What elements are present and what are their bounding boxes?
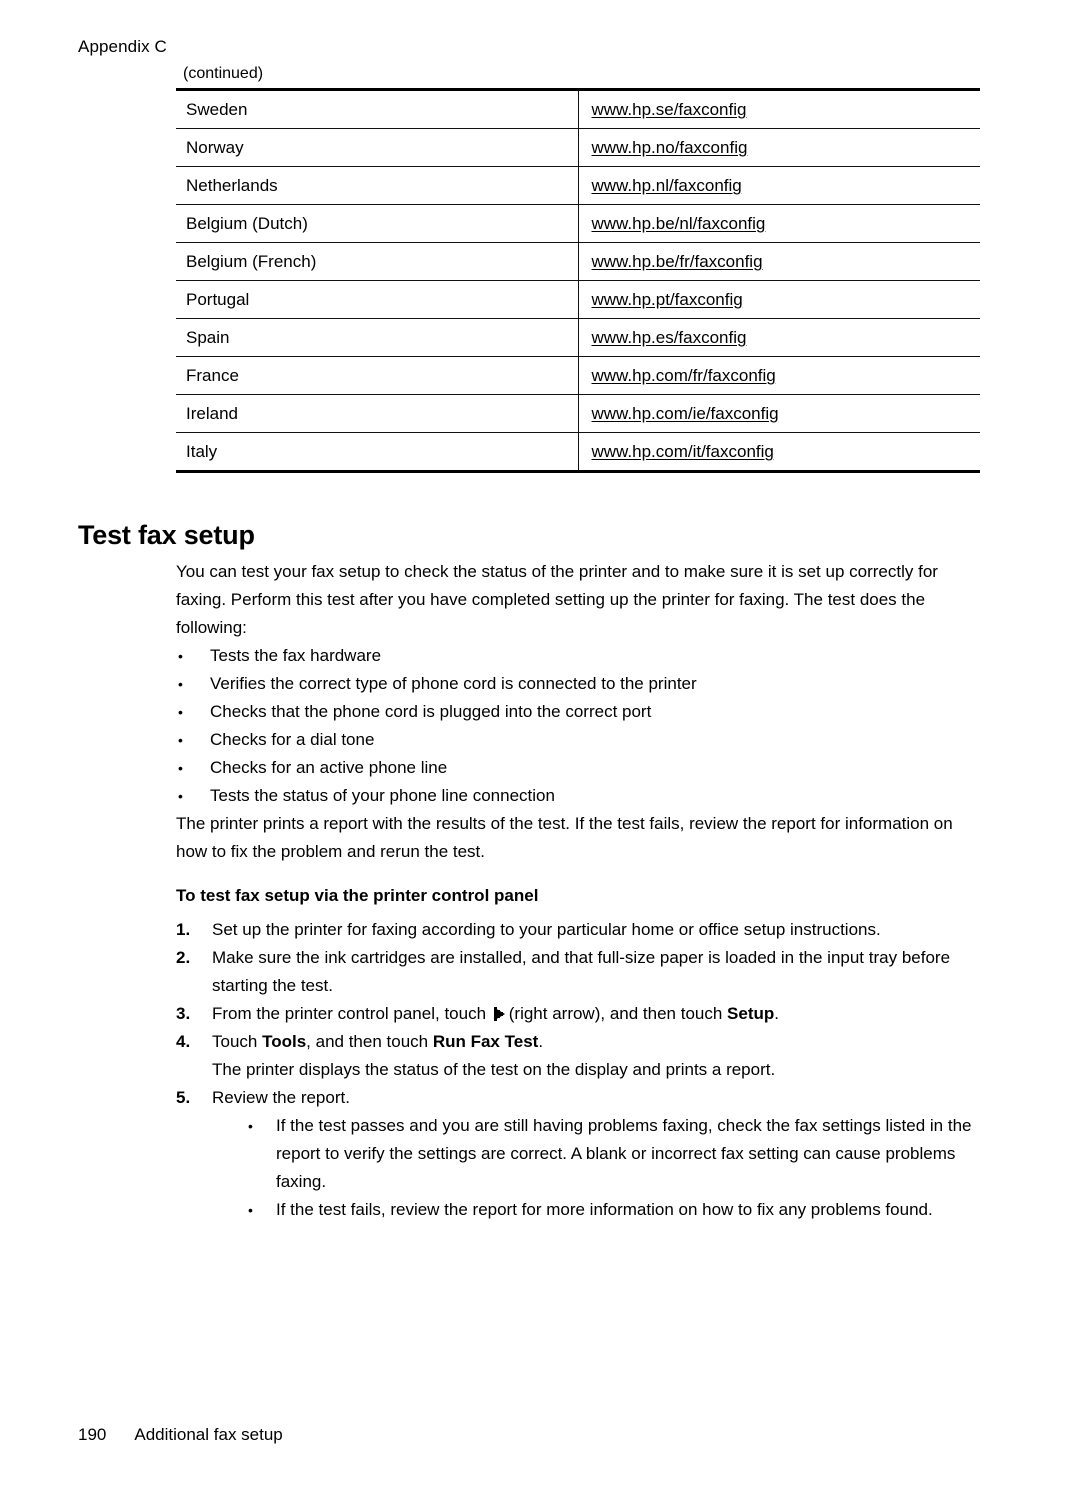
list-item: Verifies the correct type of phone cord … [176, 670, 976, 698]
table-bottom-rule [176, 470, 980, 510]
list-item: 4. Touch Tools, and then touch Run Fax Te… [176, 1028, 976, 1084]
table-row: Netherlands www.hp.nl/faxconfig [176, 166, 980, 205]
table-cell-country: Spain [176, 318, 578, 357]
table-cell-country: France [176, 356, 578, 395]
table-row: Belgium (Dutch) www.hp.be/nl/faxconfig [176, 204, 980, 243]
right-arrow-icon [493, 1007, 506, 1021]
list-item: Tests the status of your phone line conn… [176, 782, 976, 810]
table-continued-label: (continued) [183, 65, 264, 82]
table-cell-url: www.hp.pt/faxconfig [577, 280, 980, 319]
table-cell-url: www.hp.com/it/faxconfig [577, 432, 980, 472]
table-cell-country: Belgium (French) [176, 242, 578, 281]
list-item: 5. Review the report. If the test passes a… [176, 1084, 976, 1224]
report-paragraph: The printer prints a report with the res… [176, 814, 953, 861]
fax-config-link[interactable]: www.hp.be/nl/faxconfig [592, 214, 766, 233]
table-cell-url: www.hp.nl/faxconfig [577, 166, 980, 205]
table-cell-url: www.hp.com/ie/faxconfig [577, 394, 980, 433]
table-cell-url: www.hp.se/faxconfig [577, 88, 980, 129]
table-row: France www.hp.com/fr/faxconfig [176, 356, 980, 395]
table-cell-country: Norway [176, 128, 578, 167]
fax-config-link[interactable]: www.hp.com/it/faxconfig [592, 442, 774, 461]
table-row: Portugal www.hp.pt/faxconfig [176, 280, 980, 319]
table-cell-url: www.hp.es/faxconfig [577, 318, 980, 357]
table-row: Norway www.hp.no/faxconfig [176, 128, 980, 167]
ui-label-emphasis: Setup [727, 1004, 775, 1023]
table-cell-country: Portugal [176, 280, 578, 319]
test-capability-list: Tests the fax hardwareVerifies the corre… [176, 642, 976, 810]
intro-paragraph: You can test your fax setup to check the… [176, 562, 938, 637]
table-cell-country: Netherlands [176, 166, 578, 205]
table-row: Italy www.hp.com/it/faxconfig [176, 432, 980, 472]
fax-config-urls-table: Sweden www.hp.se/faxconfig Norway www.hp.no… [176, 88, 980, 510]
table-cell-url: www.hp.com/fr/faxconfig [577, 356, 980, 395]
step-number: 5. [176, 1088, 191, 1107]
fax-config-link[interactable]: www.hp.com/fr/faxconfig [592, 366, 776, 385]
fax-config-link[interactable]: www.hp.se/faxconfig [592, 100, 747, 119]
procedure-step-list: 1. Set up the printer for faxing accordin… [176, 916, 976, 1224]
table-cell-url: www.hp.be/fr/faxconfig [577, 242, 980, 281]
fax-config-link[interactable]: www.hp.no/faxconfig [592, 138, 748, 157]
fax-config-link[interactable]: www.hp.es/faxconfig [592, 328, 747, 347]
step-number: 1. [176, 920, 191, 939]
step-text: From the printer control panel, touch (r… [212, 1004, 779, 1023]
list-item: Checks for an active phone line [176, 754, 976, 782]
fax-config-link[interactable]: www.hp.pt/faxconfig [592, 290, 743, 309]
fax-config-link[interactable]: www.hp.com/ie/faxconfig [592, 404, 779, 423]
step-text: Review the report. [212, 1088, 350, 1107]
step-note: The printer displays the status of the t… [212, 1060, 776, 1079]
fax-config-link[interactable]: www.hp.be/fr/faxconfig [592, 252, 763, 271]
footer-page-number: 190 [78, 1425, 107, 1444]
step-number: 4. [176, 1032, 191, 1051]
list-item: If the test fails, review the report for… [212, 1196, 976, 1224]
page-title: Test fax setup [78, 520, 255, 550]
table-cell-country: Sweden [176, 88, 578, 129]
body-content: You can test your fax setup to check the… [176, 558, 976, 1224]
table-cell-country: Italy [176, 432, 578, 472]
table-bottom-rule-right [578, 470, 980, 510]
list-item: Checks for a dial tone [176, 726, 976, 754]
step-text: Make sure the ink cartridges are install… [212, 948, 951, 995]
list-item: 2. Make sure the ink cartridges are insta… [176, 944, 976, 1000]
procedure-heading: To test fax setup via the printer contro… [176, 886, 539, 905]
table-bottom-rule-left [176, 470, 578, 510]
table-cell-country: Belgium (Dutch) [176, 204, 578, 243]
running-header: Appendix C [78, 37, 167, 56]
footer-section-name: Additional fax setup [134, 1425, 283, 1444]
table-row: Spain www.hp.es/faxconfig [176, 318, 980, 357]
list-item: Checks that the phone cord is plugged in… [176, 698, 976, 726]
table-cell-url: www.hp.be/nl/faxconfig [577, 204, 980, 243]
ui-label-emphasis: Run Fax Test [432, 1032, 539, 1051]
fax-config-link[interactable]: www.hp.nl/faxconfig [592, 176, 742, 195]
ui-label-emphasis: Tools [262, 1032, 307, 1051]
table-row: Sweden www.hp.se/faxconfig [176, 88, 980, 129]
table-row: Ireland www.hp.com/ie/faxconfig [176, 394, 980, 433]
document-page: Appendix C (continued) Sweden www.hp.se/f… [0, 0, 1080, 1495]
table-cell-country: Ireland [176, 394, 578, 433]
step-number: 3. [176, 1004, 191, 1023]
review-outcome-list: If the test passes and you are still hav… [212, 1112, 976, 1224]
table-cell-url: www.hp.no/faxconfig [577, 128, 980, 167]
step-number: 2. [176, 948, 191, 967]
step-text: Touch Tools, and then touch Run Fax Test… [212, 1032, 544, 1051]
step-text: Set up the printer for faxing according … [212, 920, 881, 939]
list-item: 1. Set up the printer for faxing accordin… [176, 916, 976, 944]
table-row: Belgium (French) www.hp.be/fr/faxconfig [176, 242, 980, 281]
list-item: If the test passes and you are still hav… [212, 1112, 976, 1196]
list-item: 3. From the printer control panel, touch … [176, 1000, 976, 1028]
list-item: Tests the fax hardware [176, 642, 976, 670]
page-footer: 190 Additional fax setup [78, 1424, 283, 1446]
